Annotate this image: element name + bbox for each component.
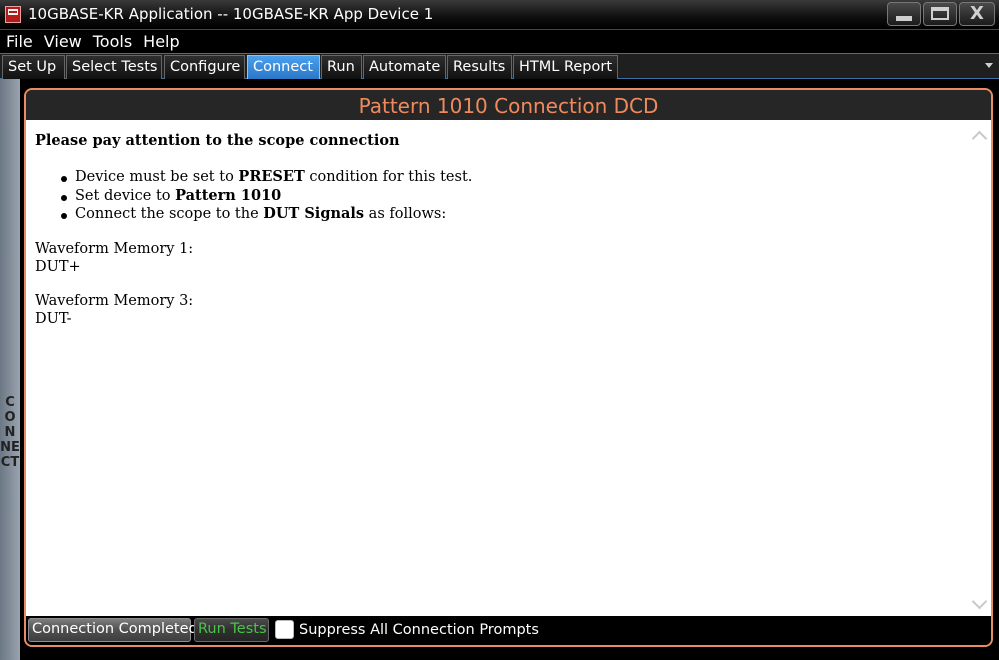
scroll-up-icon[interactable]: [972, 128, 986, 142]
minimize-button[interactable]: [887, 2, 921, 26]
maximize-button[interactable]: [923, 2, 957, 26]
menu-tools[interactable]: Tools: [87, 30, 137, 53]
tab-run[interactable]: Run: [321, 55, 362, 79]
waveform-signal: DUT+: [35, 258, 81, 275]
side-label-connect: CONNECT: [0, 395, 20, 470]
bullet-emphasis: PRESET: [238, 168, 305, 185]
panel-footer: Connection Completed Run Tests Suppress …: [26, 616, 991, 645]
instructions-heading: Please pay attention to the scope connec…: [35, 132, 400, 149]
panel-title: Pattern 1010 Connection DCD: [26, 90, 991, 120]
menu-file[interactable]: File: [0, 30, 38, 53]
tab-strip: Set Up Select Tests Configure Connect Ru…: [0, 53, 999, 79]
bullet-emphasis: Pattern 1010: [175, 186, 282, 204]
suppress-prompts-checkbox[interactable]: [275, 620, 294, 639]
window-title: 10GBASE-KR Application -- 10GBASE-KR App…: [28, 5, 434, 23]
bullet-text: Set device to: [75, 187, 176, 204]
maximize-icon: [931, 7, 949, 20]
bullet-text: Connect the scope to the: [75, 206, 264, 222]
tab-automate[interactable]: Automate: [363, 55, 446, 79]
tab-html-report[interactable]: HTML Report: [513, 55, 618, 79]
title-bar: 10GBASE-KR Application -- 10GBASE-KR App…: [0, 0, 999, 30]
side-strip: CONNECT: [0, 79, 20, 660]
tab-overflow-icon[interactable]: [985, 63, 993, 68]
bullet-text: condition for this test.: [304, 169, 473, 185]
waveform-memory-1: Waveform Memory 1: DUT+: [35, 240, 965, 276]
bullet-text: as follows:: [364, 206, 447, 222]
list-item: Set device to Pattern 1010: [59, 187, 965, 206]
waveform-memory-3: Waveform Memory 3: DUT-: [35, 292, 965, 328]
menu-bar: File View Tools Help: [0, 30, 999, 53]
connection-completed-button[interactable]: Connection Completed: [28, 618, 198, 642]
suppress-prompts-label[interactable]: Suppress All Connection Prompts: [299, 621, 539, 639]
close-icon: X: [970, 3, 984, 24]
tab-set-up[interactable]: Set Up: [2, 55, 65, 79]
minimize-icon: [896, 16, 912, 21]
scroll-down-icon[interactable]: [972, 596, 986, 610]
waveform-label: Waveform Memory 3:: [35, 292, 194, 309]
bullet-text: Device must be set to: [75, 169, 239, 185]
tab-connect[interactable]: Connect: [247, 55, 320, 79]
list-item: Connect the scope to the DUT Signals as …: [59, 205, 965, 224]
list-item: Device must be set to PRESET condition f…: [59, 168, 965, 187]
tab-select-tests[interactable]: Select Tests: [66, 55, 162, 79]
instruction-list: Device must be set to PRESET condition f…: [35, 168, 965, 224]
waveform-signal: DUT-: [35, 310, 72, 327]
app-icon: [5, 6, 21, 23]
instructions-area[interactable]: Please pay attention to the scope connec…: [26, 120, 991, 616]
tab-results[interactable]: Results: [447, 55, 512, 79]
close-button[interactable]: X: [959, 2, 995, 26]
menu-help[interactable]: Help: [137, 30, 184, 53]
menu-view[interactable]: View: [38, 30, 87, 53]
bullet-emphasis: DUT Signals: [263, 205, 365, 222]
connection-panel: Pattern 1010 Connection DCD Please pay a…: [24, 88, 993, 647]
tab-configure[interactable]: Configure: [164, 55, 245, 79]
waveform-label: Waveform Memory 1:: [35, 240, 194, 257]
run-tests-button[interactable]: Run Tests: [194, 618, 269, 642]
